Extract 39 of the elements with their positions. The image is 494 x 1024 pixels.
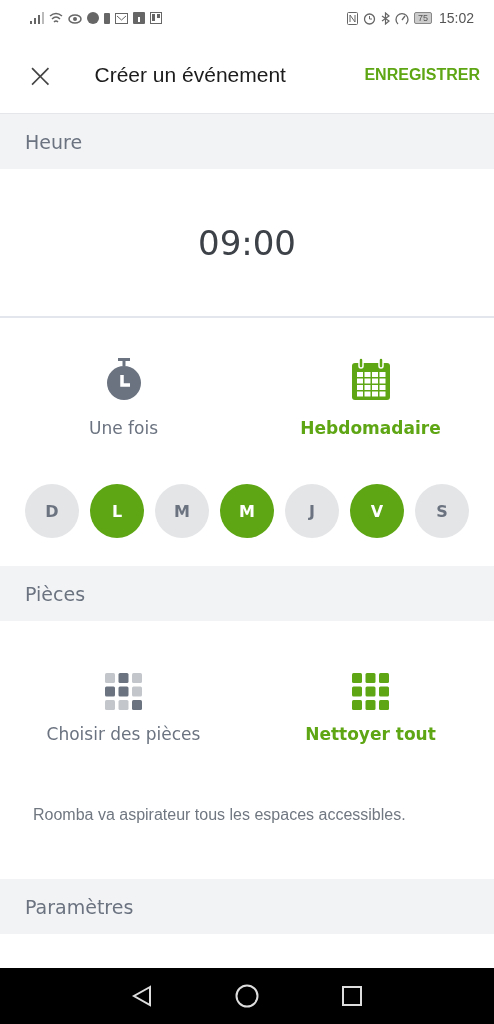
day-toggle[interactable]: D [25,484,79,538]
eye-icon [68,12,82,24]
signal-icon [30,12,44,24]
mail-icon [115,12,128,24]
day-toggle[interactable]: S [415,484,469,538]
day-toggle[interactable]: M [155,484,209,538]
board-icon [150,12,162,24]
screen-title: Créer un événement [94,62,287,87]
wifi-icon [49,12,63,24]
grid-icon [352,673,389,710]
day-toggle[interactable]: V [350,484,404,538]
app-icon [87,12,99,24]
calendar-icon [350,358,391,402]
day-toggle[interactable]: L [90,484,144,538]
home-icon[interactable] [235,984,259,1008]
day-toggle[interactable]: M [220,484,274,538]
section-title: Paramètres [25,895,134,918]
time-value[interactable]: 09:00 [198,222,296,263]
speed-icon [394,11,409,25]
info-icon [133,12,145,24]
nfc-icon [346,11,358,25]
room-option[interactable]: Choisir des pièces [0,673,247,744]
battery-alert-icon [104,12,110,24]
frequency-option[interactable]: Hebdomadaire [247,358,494,438]
grid-icon [105,673,142,710]
day-toggle[interactable]: J [285,484,339,538]
back-icon[interactable] [131,985,153,1007]
frequency-option[interactable]: Une fois [0,358,247,438]
section-title: Pièces [25,582,86,605]
battery-indicator: 75 [413,12,432,24]
close-button[interactable]: × [22,57,59,92]
section-title: Heure [25,130,83,153]
description-text: Roomba va aspirateur tous les espaces accessibles. [33,805,407,825]
recents-icon[interactable] [341,985,363,1007]
save-button[interactable]: ENREGISTRER [364,61,480,88]
status-time: 15:02 [438,10,474,26]
alarm-icon [362,11,376,25]
bluetooth-icon [380,11,390,25]
room-option[interactable]: Nettoyer tout [247,673,494,744]
